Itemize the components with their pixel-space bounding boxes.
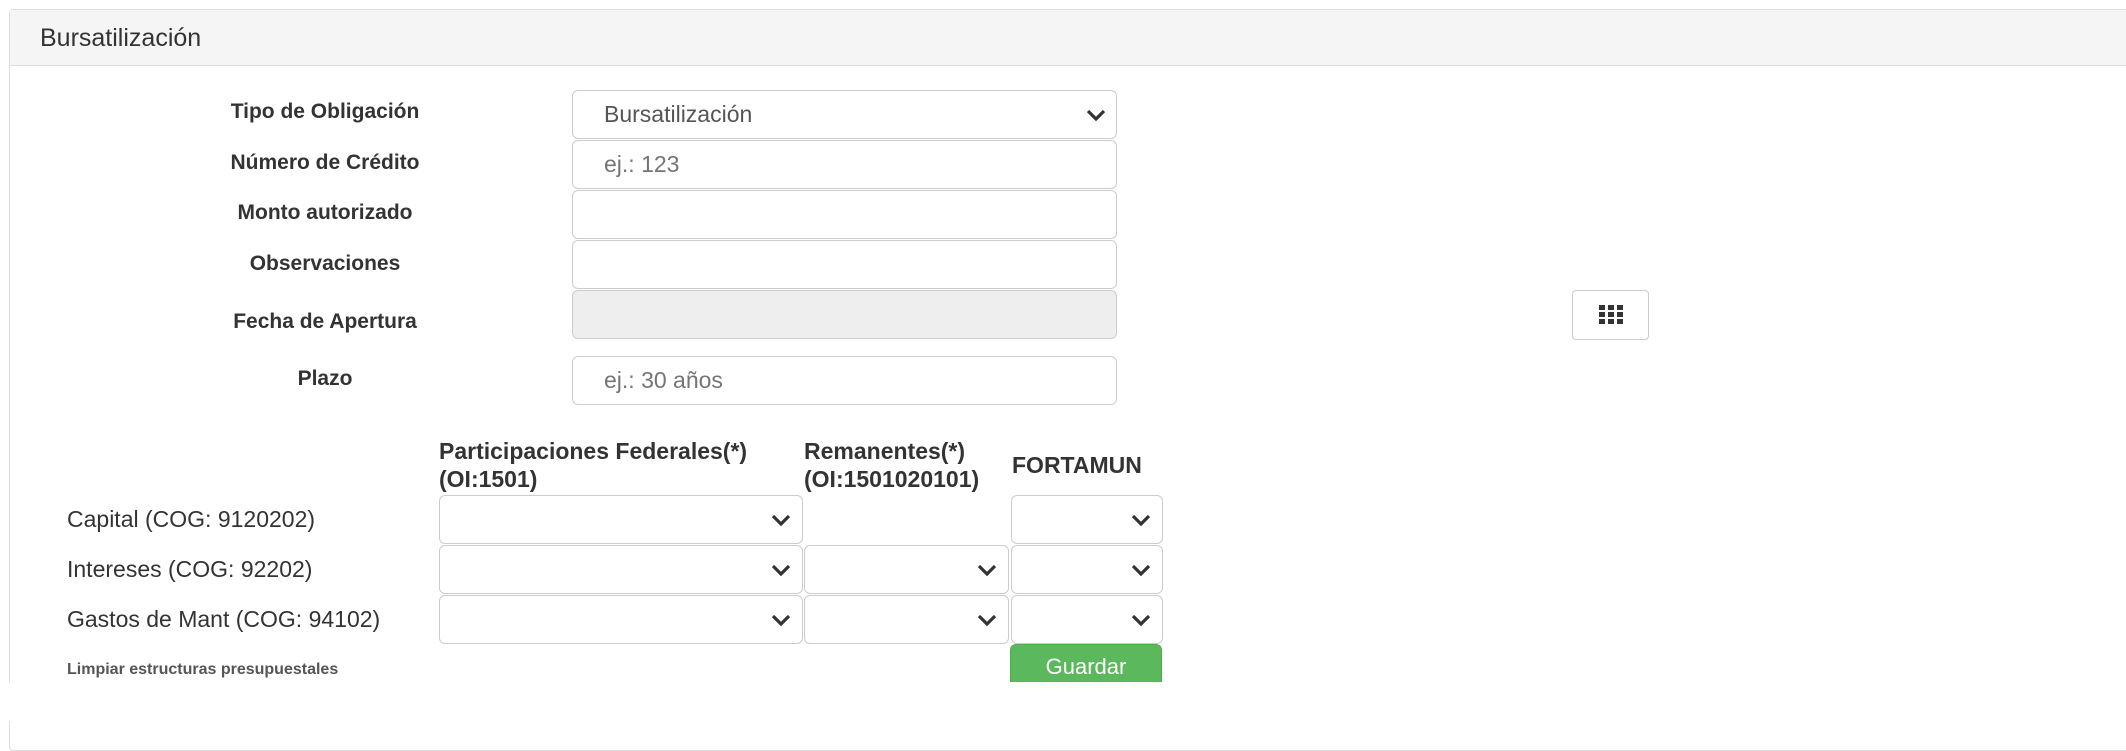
clear-structures-link[interactable]: Limpiar estructuras presupuestales (67, 661, 338, 679)
observaciones-input[interactable] (572, 240, 1117, 289)
chevron-down-icon (771, 614, 791, 626)
panel-title: Bursatilización (40, 24, 202, 52)
numero-credito-label: Número de Crédito (230, 151, 420, 174)
chevron-down-icon (977, 564, 997, 576)
column-header-remanentes: Remanentes(*) (OI:1501020101) (804, 438, 980, 492)
tipo-obligacion-select[interactable]: Bursatilización (572, 90, 1117, 139)
intereses-remanentes-select[interactable] (804, 545, 1009, 594)
chevron-down-icon (771, 564, 791, 576)
gastos-participaciones-select[interactable] (439, 595, 803, 644)
tipo-obligacion-label: Tipo de Obligación (230, 100, 420, 123)
observaciones-label: Observaciones (249, 252, 401, 275)
monto-autorizado-input[interactable] (572, 190, 1117, 239)
intereses-fortamun-select[interactable] (1011, 545, 1163, 594)
chevron-down-icon (771, 514, 791, 526)
page-bottom (0, 682, 2126, 721)
monto-autorizado-label: Monto autorizado (237, 201, 413, 224)
calendar-button[interactable] (1572, 290, 1649, 340)
chevron-down-icon (1131, 564, 1151, 576)
numero-credito-input[interactable] (572, 140, 1117, 189)
fecha-apertura-input (572, 290, 1117, 339)
plazo-label: Plazo (297, 367, 353, 390)
grid-icon (1598, 305, 1623, 324)
tipo-obligacion-value: Bursatilización (604, 101, 753, 127)
panel-heading: Bursatilización (10, 10, 2126, 66)
row-label-gastos: Gastos de Mant (COG: 94102) (67, 606, 381, 632)
row-label-capital: Capital (COG: 9120202) (67, 506, 316, 532)
chevron-down-icon (977, 614, 997, 626)
row-label-intereses: Intereses (COG: 92202) (67, 556, 313, 582)
column-header-fortamun: FORTAMUN (1012, 452, 1142, 478)
gastos-remanentes-select[interactable] (804, 595, 1009, 644)
capital-participaciones-select[interactable] (439, 495, 803, 544)
chevron-down-icon (1131, 614, 1151, 626)
chevron-down-icon (1086, 109, 1106, 121)
column-header-participaciones: Participaciones Federales(*) (OI:1501) (439, 438, 748, 492)
intereses-participaciones-select[interactable] (439, 545, 803, 594)
capital-fortamun-select[interactable] (1011, 495, 1163, 544)
gastos-fortamun-select[interactable] (1011, 595, 1163, 644)
plazo-input[interactable] (572, 356, 1117, 405)
chevron-down-icon (1131, 514, 1151, 526)
fecha-apertura-label: Fecha de Apertura (233, 310, 417, 333)
